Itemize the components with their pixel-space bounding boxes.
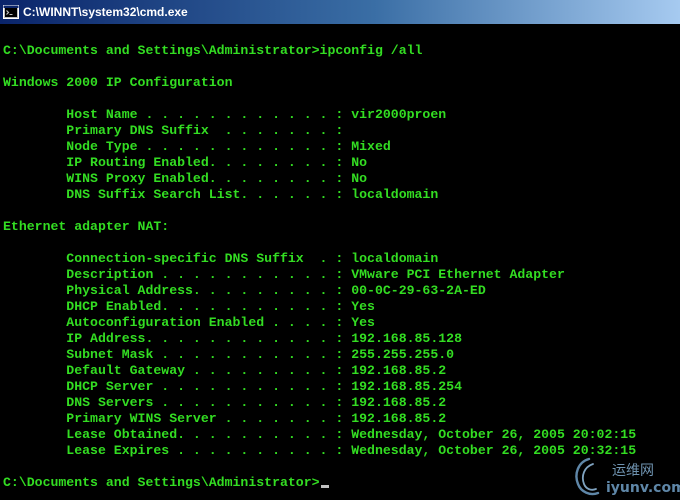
console-line-adapter-heading: Ethernet adapter NAT: [3, 219, 170, 234]
console-line-dhcp-server: DHCP Server . . . . . . . . . . . : 192.… [3, 379, 462, 394]
title-bar[interactable]: C:\WINNT\system32\cmd.exe [0, 0, 680, 24]
console-line-node-type: Node Type . . . . . . . . . . . . : Mixe… [3, 139, 391, 154]
console-line-ip-routing: IP Routing Enabled. . . . . . . . : No [3, 155, 368, 170]
console-line-lease-obtained: Lease Obtained. . . . . . . . . . : Wedn… [3, 427, 637, 442]
site-watermark: 运维网 iyunv.com [570, 454, 680, 500]
console-prompt: C:\Documents and Settings\Administrator> [3, 475, 320, 490]
console-line-primary-dns-suffix: Primary DNS Suffix . . . . . . . : [3, 123, 344, 138]
console-line-primary-wins: Primary WINS Server . . . . . . . : 192.… [3, 411, 447, 426]
console-line-lease-expires: Lease Expires . . . . . . . . . . : Wedn… [3, 443, 637, 458]
console-line-subnet-mask: Subnet Mask . . . . . . . . . . . : 255.… [3, 347, 455, 362]
console-line-heading: Windows 2000 IP Configuration [3, 75, 233, 90]
console-line-dhcp-enabled: DHCP Enabled. . . . . . . . . . . : Yes [3, 299, 375, 314]
cmd-window: C:\WINNT\system32\cmd.exe C:\Documents a… [0, 0, 680, 500]
console-line-wins-proxy: WINS Proxy Enabled. . . . . . . . : No [3, 171, 368, 186]
console-line-connection-dns-suffix: Connection-specific DNS Suffix . : local… [3, 251, 439, 266]
console-line-autoconfiguration: Autoconfiguration Enabled . . . . : Yes [3, 315, 375, 330]
console-line-host-name: Host Name . . . . . . . . . . . . : vir2… [3, 107, 447, 122]
console-line-physical-address: Physical Address. . . . . . . . . : 00-0… [3, 283, 486, 298]
watermark-en-text: iyunv.com [606, 480, 680, 496]
console-output[interactable]: C:\Documents and Settings\Administrator>… [0, 24, 680, 500]
console-line-dns-suffix-search: DNS Suffix Search List. . . . . . : loca… [3, 187, 439, 202]
watermark-cn-text: 运维网 [612, 463, 654, 479]
console-prompt-line[interactable]: C:\Documents and Settings\Administrator> [3, 475, 329, 491]
console-line-default-gateway: Default Gateway . . . . . . . . . : 192.… [3, 363, 447, 378]
cmd-app-icon [3, 5, 19, 19]
window-title: C:\WINNT\system32\cmd.exe [23, 5, 188, 19]
console-line-ip-address: IP Address. . . . . . . . . . . . : 192.… [3, 331, 462, 346]
console-line-description: Description . . . . . . . . . . . : VMwa… [3, 267, 565, 282]
text-cursor [320, 485, 329, 488]
watermark-logo-icon [575, 457, 600, 496]
console-line-dns-servers: DNS Servers . . . . . . . . . . . : 192.… [3, 395, 447, 410]
console-line-command: C:\Documents and Settings\Administrator>… [3, 43, 423, 58]
